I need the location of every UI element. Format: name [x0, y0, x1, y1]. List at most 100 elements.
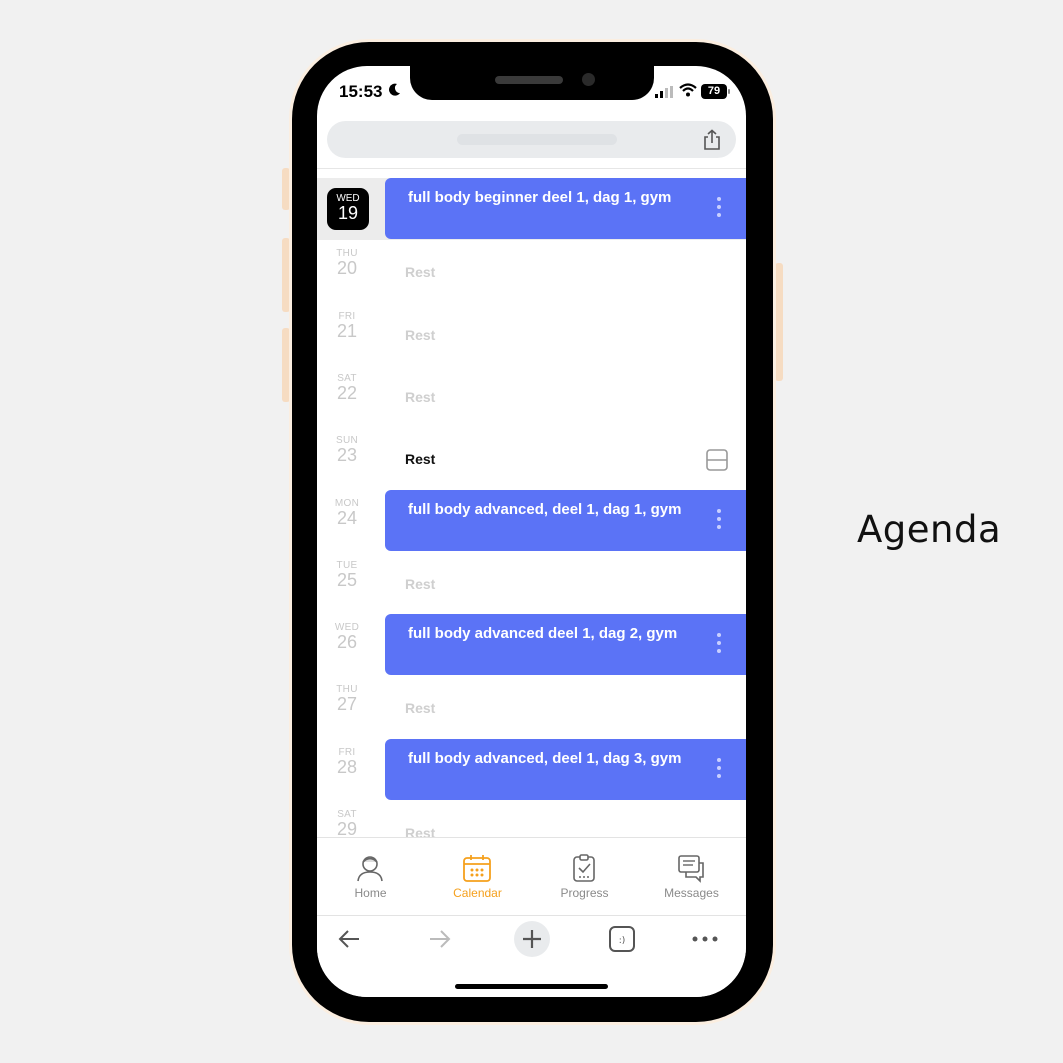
day-date-label: WED 26 — [325, 622, 369, 653]
workout-card[interactable]: full body advanced, deel 1, dag 1, gym — [385, 489, 746, 551]
signal-icon — [655, 86, 673, 98]
workout-title: full body beginner deel 1, dag 1, gym — [408, 189, 672, 206]
workout-card[interactable]: full body advanced, deel 1, dag 3, gym — [385, 738, 746, 800]
day-date-label: THU 20 — [325, 248, 369, 279]
url-text-blurred — [457, 134, 617, 145]
day-number: 21 — [336, 320, 358, 341]
svg-text::): :) — [619, 936, 626, 946]
tab-messages[interactable]: Messages — [638, 838, 745, 916]
agenda-day-row[interactable]: TUE 25 Rest — [317, 552, 746, 614]
rest-label: Rest — [405, 451, 436, 468]
forward-arrow-icon[interactable] — [427, 926, 453, 952]
kebab-dot — [717, 641, 721, 646]
camera — [582, 73, 595, 86]
workout-title: full body advanced deel 1, dag 2, gym — [408, 625, 678, 643]
day-number: 26 — [336, 632, 358, 653]
kebab-menu-icon[interactable] — [717, 633, 721, 657]
day-date-label: TUE 25 — [325, 560, 369, 591]
back-arrow-icon[interactable] — [336, 926, 362, 952]
day-number: 27 — [336, 694, 358, 715]
kebab-dot — [717, 524, 721, 529]
agenda-day-row[interactable]: SUN 23 Rest — [317, 427, 746, 489]
rest-label: Rest — [405, 825, 436, 837]
kebab-dot — [717, 649, 721, 654]
rest-label: Rest — [405, 388, 436, 405]
share-icon[interactable] — [702, 129, 722, 151]
kebab-menu-icon[interactable] — [717, 757, 721, 782]
day-number: 29 — [336, 819, 358, 837]
agenda-day-row[interactable]: THU 20 Rest — [317, 240, 746, 302]
battery-indicator: 79 — [701, 84, 727, 99]
rest-label: Rest — [405, 575, 436, 592]
day-number: 28 — [336, 756, 358, 777]
today-date-badge: WED 19 — [327, 188, 369, 230]
agenda-day-row[interactable]: WED 26 full body advanced deel 1, dag 2, g… — [317, 614, 746, 676]
kebab-dot — [717, 757, 721, 762]
day-number: 24 — [336, 507, 358, 528]
kebab-dot — [717, 205, 721, 209]
browser-toolbar: :) — [317, 915, 746, 997]
split-view-icon[interactable] — [706, 449, 728, 471]
day-date-label: THU 27 — [325, 684, 369, 715]
tab-messages-label: Messages — [664, 886, 719, 900]
power-button — [775, 263, 783, 381]
kebab-dot — [717, 773, 721, 778]
agenda-day-row[interactable]: SAT 22 Rest — [317, 365, 746, 427]
day-date-label: SAT 22 — [325, 373, 369, 404]
tab-progress[interactable]: Progress — [531, 838, 638, 916]
tabs-icon[interactable]: :) — [608, 925, 636, 953]
agenda-day-row[interactable]: MON 24 full body advanced, deel 1, dag 1, … — [317, 489, 746, 552]
day-date-label: SUN 23 — [325, 435, 369, 466]
url-bar[interactable] — [327, 121, 736, 158]
kebab-dot — [717, 516, 721, 521]
status-time: 15:53 — [339, 82, 383, 101]
more-icon[interactable] — [692, 936, 718, 942]
tab-calendar-label: Calendar — [453, 886, 502, 900]
rest-label: Rest — [405, 326, 436, 343]
notch — [410, 66, 654, 100]
agenda-day-row[interactable]: FRI 21 Rest — [317, 303, 746, 365]
workout-title: full body advanced, deel 1, dag 3, gym — [408, 749, 682, 767]
moon-icon — [389, 83, 400, 96]
day-date-label: SAT 29 — [325, 809, 369, 837]
tab-progress-label: Progress — [560, 886, 609, 900]
day-number: 20 — [336, 258, 358, 279]
agenda-day-row[interactable]: WED 19 full body beginner deel 1, dag 1, g… — [317, 178, 746, 240]
day-date-label: MON 24 — [325, 498, 369, 529]
messages-icon — [678, 855, 704, 883]
user-icon — [357, 856, 383, 882]
calendar-icon — [463, 855, 491, 882]
plus-icon[interactable] — [513, 920, 551, 958]
tab-bar: Home Calendar Progress Messages — [317, 837, 746, 916]
day-number: 19 — [337, 203, 359, 223]
kebab-dot — [717, 508, 721, 513]
day-date-label: FRI 21 — [325, 311, 369, 342]
agenda-list[interactable]: WED 19 full body beginner deel 1, dag 1, g… — [317, 169, 746, 837]
day-number: 23 — [336, 445, 358, 466]
speaker — [495, 76, 563, 84]
day-number: 22 — [336, 382, 358, 403]
workout-title: full body advanced, deel 1, dag 1, gym — [408, 500, 682, 518]
phone-screen: 15:53 79 WED 19 full body beginner deel 1,… — [317, 66, 746, 997]
battery-nub — [728, 89, 730, 94]
day-date-label: FRI 28 — [325, 747, 369, 778]
kebab-menu-icon[interactable] — [717, 197, 721, 221]
caption: Agenda — [857, 508, 1002, 551]
rest-label: Rest — [405, 700, 436, 717]
tab-home-label: Home — [354, 886, 387, 900]
kebab-dot — [717, 765, 721, 770]
wifi-icon — [679, 83, 697, 97]
workout-card[interactable]: full body advanced deel 1, dag 2, gym — [385, 614, 746, 676]
agenda-day-row[interactable]: FRI 28 full body advanced, deel 1, dag 3, … — [317, 738, 746, 801]
tab-home[interactable]: Home — [317, 838, 424, 916]
kebab-menu-icon[interactable] — [717, 508, 721, 533]
agenda-day-row[interactable]: SAT 29 Rest — [317, 801, 746, 837]
workout-card[interactable]: full body beginner deel 1, dag 1, gym — [385, 178, 746, 239]
kebab-dot — [717, 633, 721, 638]
tab-calendar[interactable]: Calendar — [424, 838, 531, 916]
day-number: 25 — [336, 569, 358, 590]
home-indicator — [455, 984, 608, 989]
kebab-dot — [717, 197, 721, 201]
clipboard-check-icon — [573, 854, 595, 882]
agenda-day-row[interactable]: THU 27 Rest — [317, 676, 746, 738]
